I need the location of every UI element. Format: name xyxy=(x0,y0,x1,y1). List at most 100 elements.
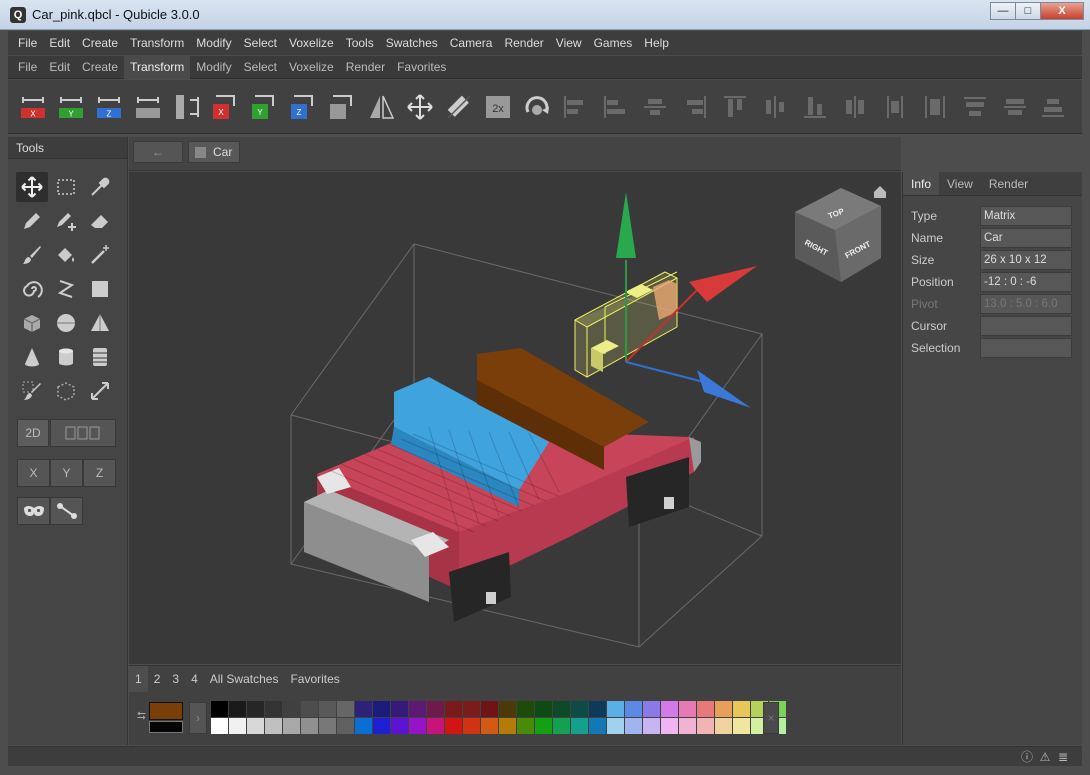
lasso-tool[interactable] xyxy=(16,274,48,304)
breadcrumb-item-car[interactable]: Car xyxy=(188,141,240,163)
swatch-cell[interactable] xyxy=(643,718,660,734)
ribbon-tab-edit[interactable]: Edit xyxy=(43,56,76,79)
swatch-cell[interactable] xyxy=(247,701,264,717)
swatch-cell[interactable] xyxy=(517,701,534,717)
pencil-tool[interactable] xyxy=(16,206,48,236)
swatch-tab-1[interactable]: 1 xyxy=(129,666,148,692)
menu-view[interactable]: View xyxy=(550,36,588,50)
resize-button[interactable] xyxy=(444,92,474,122)
paint-brush-tool[interactable] xyxy=(16,376,48,406)
swatch-cell[interactable] xyxy=(499,718,516,734)
magic-wand-tool[interactable] xyxy=(84,240,116,270)
swatch-cell[interactable] xyxy=(229,701,246,717)
swatch-cell[interactable] xyxy=(265,701,282,717)
swatch-cell[interactable] xyxy=(301,701,318,717)
align-right-button[interactable] xyxy=(680,92,710,122)
swatch-cell[interactable] xyxy=(445,718,462,734)
menu-file[interactable]: File xyxy=(12,36,43,50)
axis-z-button[interactable]: Z xyxy=(83,459,116,487)
mirror-y-button[interactable]: Y xyxy=(56,92,86,122)
swatch-cell[interactable] xyxy=(553,701,570,717)
swatch-cell[interactable] xyxy=(643,701,660,717)
home-view-icon[interactable] xyxy=(874,186,886,198)
swatch-cell[interactable] xyxy=(715,701,732,717)
align-bottom-button[interactable] xyxy=(800,92,830,122)
menu-render[interactable]: Render xyxy=(498,36,549,50)
fill-tool[interactable] xyxy=(50,240,82,270)
swatch-cell[interactable] xyxy=(661,718,678,734)
menu-swatches[interactable]: Swatches xyxy=(380,36,444,50)
align-left-button[interactable] xyxy=(560,92,590,122)
swatch-cell[interactable] xyxy=(211,701,228,717)
swatch-cell[interactable] xyxy=(733,701,750,717)
size-field[interactable]: 26 x 10 x 12 xyxy=(980,250,1072,270)
close-button[interactable]: X xyxy=(1040,2,1084,20)
swatch-cell[interactable] xyxy=(301,718,318,734)
secondary-color[interactable] xyxy=(149,721,183,733)
swatch-cell[interactable] xyxy=(391,701,408,717)
connect-button[interactable] xyxy=(50,497,83,525)
3d-viewport[interactable]: TOP FRONT RIGHT xyxy=(129,172,901,664)
ribbon-tab-file[interactable]: File xyxy=(12,56,43,79)
tab-info[interactable]: Info xyxy=(903,172,940,195)
menu-camera[interactable]: Camera xyxy=(444,36,499,50)
pencil-add-tool[interactable] xyxy=(50,206,82,236)
stack-tool[interactable] xyxy=(84,342,116,372)
minimize-button[interactable]: — xyxy=(990,2,1016,20)
color-picker-tool[interactable] xyxy=(84,172,116,202)
line-tool[interactable] xyxy=(50,274,82,304)
swatch-cell[interactable] xyxy=(409,701,426,717)
cone-tool[interactable] xyxy=(16,342,48,372)
delete-swatch-button[interactable]: × xyxy=(763,702,779,734)
log-icon[interactable]: ≣ xyxy=(1056,750,1070,764)
mask-button[interactable] xyxy=(17,497,50,525)
info-icon[interactable]: ⓘ xyxy=(1020,750,1034,764)
swatch-cell[interactable] xyxy=(373,701,390,717)
align-left-edge-button[interactable] xyxy=(600,92,630,122)
space-top-button[interactable] xyxy=(960,92,990,122)
swatch-cell[interactable] xyxy=(265,718,282,734)
ribbon-tab-render[interactable]: Render xyxy=(340,56,391,79)
swatch-cell[interactable] xyxy=(445,701,462,717)
swatch-cell[interactable] xyxy=(247,718,264,734)
swatch-tab-3[interactable]: 3 xyxy=(166,666,185,692)
swatch-cell[interactable] xyxy=(409,718,426,734)
cylinder-tool[interactable] xyxy=(50,342,82,372)
ribbon-tab-favorites[interactable]: Favorites xyxy=(391,56,452,79)
ribbon-tab-select[interactable]: Select xyxy=(238,56,283,79)
swatch-cell[interactable] xyxy=(661,701,678,717)
rotate-x-button[interactable]: X xyxy=(210,92,240,122)
swatch-cell[interactable] xyxy=(589,718,606,734)
primary-color[interactable] xyxy=(149,702,183,720)
swatch-cell[interactable] xyxy=(697,718,714,734)
axis-y-button[interactable]: Y xyxy=(50,459,83,487)
swatch-cell[interactable] xyxy=(553,718,570,734)
swatch-cell[interactable] xyxy=(481,701,498,717)
swatch-cell[interactable] xyxy=(679,701,696,717)
swatch-cell[interactable] xyxy=(211,718,228,734)
swatch-cell[interactable] xyxy=(679,718,696,734)
mirror-x-button[interactable]: X xyxy=(18,92,48,122)
distribute-center-button[interactable] xyxy=(880,92,910,122)
align-top-button[interactable] xyxy=(720,92,750,122)
name-field[interactable]: Car xyxy=(980,228,1072,248)
view-cube[interactable]: TOP FRONT RIGHT xyxy=(795,188,881,282)
menu-create[interactable]: Create xyxy=(76,36,124,50)
warning-icon[interactable]: ⚠ xyxy=(1038,750,1052,764)
box-tool[interactable] xyxy=(16,308,48,338)
maximize-button[interactable]: □ xyxy=(1015,2,1041,20)
ribbon-tab-create[interactable]: Create xyxy=(76,56,124,79)
swatch-cell[interactable] xyxy=(697,701,714,717)
swatch-cell[interactable] xyxy=(607,718,624,734)
swatch-cell[interactable] xyxy=(589,701,606,717)
move-tool[interactable] xyxy=(16,172,48,202)
swatch-cell[interactable] xyxy=(427,701,444,717)
swatch-cell[interactable] xyxy=(283,701,300,717)
rotate-button[interactable] xyxy=(327,92,357,122)
position-field[interactable]: -12 : 0 : -6 xyxy=(980,272,1072,292)
add-swatch-button[interactable]: › xyxy=(189,702,207,734)
swatch-tab-4[interactable]: 4 xyxy=(185,666,204,692)
space-middle-button[interactable] xyxy=(1000,92,1030,122)
swatch-tab-favorites[interactable]: Favorites xyxy=(284,666,345,692)
brush-tool[interactable] xyxy=(16,240,48,270)
